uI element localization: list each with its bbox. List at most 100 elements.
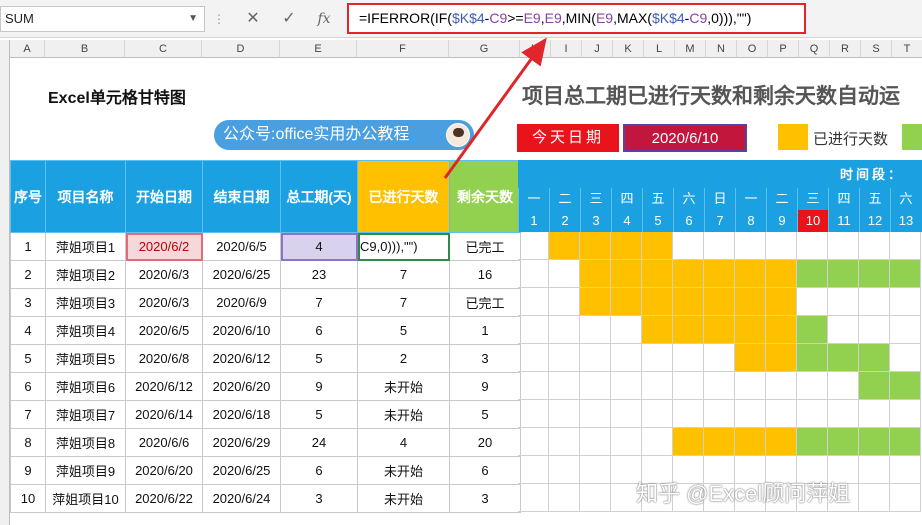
- column-header-g[interactable]: G: [449, 40, 520, 58]
- gantt-remaining-cell[interactable]: [797, 260, 828, 288]
- cell-end[interactable]: 2020/6/12: [202, 344, 281, 373]
- enter-icon[interactable]: ✓: [278, 8, 300, 30]
- gantt-progress-cell[interactable]: [673, 260, 704, 288]
- cell-end[interactable]: 2020/6/25: [202, 456, 281, 485]
- gantt-empty-cell[interactable]: [611, 428, 642, 456]
- cell-done[interactable]: 4: [357, 428, 450, 457]
- cell-total[interactable]: 9: [280, 372, 358, 401]
- cell-no[interactable]: 7: [10, 400, 46, 429]
- cell-remain[interactable]: 6: [449, 456, 521, 485]
- column-header-q[interactable]: Q: [799, 40, 830, 58]
- cell-name[interactable]: 萍姐项目2: [45, 260, 126, 289]
- gantt-empty-cell[interactable]: [766, 372, 797, 400]
- gantt-empty-cell[interactable]: [828, 400, 859, 428]
- gantt-progress-cell[interactable]: [642, 288, 673, 316]
- gantt-empty-cell[interactable]: [549, 484, 580, 512]
- gantt-empty-cell[interactable]: [828, 232, 859, 260]
- cell-no[interactable]: 9: [10, 456, 46, 485]
- gantt-empty-cell[interactable]: [549, 260, 580, 288]
- gantt-empty-cell[interactable]: [549, 344, 580, 372]
- cell-end[interactable]: 2020/6/20: [202, 372, 281, 401]
- cell-no[interactable]: 8: [10, 428, 46, 457]
- gantt-empty-cell[interactable]: [611, 372, 642, 400]
- gantt-empty-cell[interactable]: [580, 456, 611, 484]
- gantt-empty-cell[interactable]: [580, 428, 611, 456]
- cell-remain[interactable]: 3: [449, 484, 521, 513]
- column-header-r[interactable]: R: [830, 40, 861, 58]
- gantt-empty-cell[interactable]: [704, 400, 735, 428]
- cancel-icon[interactable]: ✕: [242, 8, 264, 30]
- gantt-progress-cell[interactable]: [704, 260, 735, 288]
- gantt-remaining-cell[interactable]: [828, 428, 859, 456]
- gantt-empty-cell[interactable]: [549, 316, 580, 344]
- gantt-empty-cell[interactable]: [518, 232, 549, 260]
- name-box[interactable]: SUM ▼: [0, 6, 205, 32]
- gantt-progress-cell[interactable]: [642, 316, 673, 344]
- gantt-empty-cell[interactable]: [580, 400, 611, 428]
- cell-name[interactable]: 萍姐项目6: [45, 372, 126, 401]
- column-header-t[interactable]: T: [892, 40, 922, 58]
- column-header-k[interactable]: K: [613, 40, 644, 58]
- gantt-remaining-cell[interactable]: [890, 260, 921, 288]
- gantt-progress-cell[interactable]: [735, 428, 766, 456]
- gantt-empty-cell[interactable]: [611, 400, 642, 428]
- gantt-empty-cell[interactable]: [828, 372, 859, 400]
- gantt-progress-cell[interactable]: [611, 260, 642, 288]
- gantt-empty-cell[interactable]: [859, 400, 890, 428]
- gantt-empty-cell[interactable]: [890, 344, 921, 372]
- gantt-empty-cell[interactable]: [580, 484, 611, 512]
- cell-total[interactable]: 6: [280, 456, 358, 485]
- gantt-progress-cell[interactable]: [580, 232, 611, 260]
- gantt-progress-cell[interactable]: [642, 260, 673, 288]
- gantt-empty-cell[interactable]: [828, 288, 859, 316]
- cell-end[interactable]: 2020/6/5: [202, 232, 281, 261]
- cell-total[interactable]: 23: [280, 260, 358, 289]
- cell-start[interactable]: 2020/6/5: [125, 316, 203, 345]
- gantt-empty-cell[interactable]: [673, 400, 704, 428]
- cell-done[interactable]: 未开始: [357, 400, 450, 429]
- gantt-empty-cell[interactable]: [518, 456, 549, 484]
- gantt-empty-cell[interactable]: [828, 316, 859, 344]
- gantt-progress-cell[interactable]: [704, 316, 735, 344]
- cell-end[interactable]: 2020/6/10: [202, 316, 281, 345]
- cell-total[interactable]: 3: [280, 484, 358, 513]
- gantt-empty-cell[interactable]: [611, 316, 642, 344]
- gantt-progress-cell[interactable]: [704, 428, 735, 456]
- column-header-m[interactable]: M: [675, 40, 706, 58]
- gantt-empty-cell[interactable]: [549, 400, 580, 428]
- gantt-empty-cell[interactable]: [704, 344, 735, 372]
- cell-remain[interactable]: 3: [449, 344, 521, 373]
- gantt-progress-cell[interactable]: [673, 428, 704, 456]
- gantt-empty-cell[interactable]: [735, 232, 766, 260]
- gantt-empty-cell[interactable]: [518, 260, 549, 288]
- gantt-empty-cell[interactable]: [797, 232, 828, 260]
- cell-done[interactable]: 未开始: [357, 372, 450, 401]
- gantt-progress-cell[interactable]: [766, 288, 797, 316]
- cell-total[interactable]: 24: [280, 428, 358, 457]
- gantt-empty-cell[interactable]: [859, 456, 890, 484]
- gantt-progress-cell[interactable]: [766, 344, 797, 372]
- cell-start[interactable]: 2020/6/3: [125, 260, 203, 289]
- gantt-remaining-cell[interactable]: [859, 372, 890, 400]
- gantt-empty-cell[interactable]: [580, 316, 611, 344]
- cell-remain[interactable]: 20: [449, 428, 521, 457]
- gantt-progress-cell[interactable]: [549, 232, 580, 260]
- cell-total[interactable]: 4: [280, 232, 358, 261]
- insert-function-icon[interactable]: fx: [313, 8, 335, 30]
- cell-end[interactable]: 2020/6/24: [202, 484, 281, 513]
- cell-start[interactable]: 2020/6/8: [125, 344, 203, 373]
- gantt-empty-cell[interactable]: [766, 400, 797, 428]
- cell-total[interactable]: 5: [280, 400, 358, 429]
- gantt-empty-cell[interactable]: [859, 288, 890, 316]
- gantt-remaining-cell[interactable]: [890, 428, 921, 456]
- cell-remain[interactable]: 已完工: [449, 232, 521, 261]
- cell-done[interactable]: 2: [357, 344, 450, 373]
- gantt-empty-cell[interactable]: [797, 288, 828, 316]
- gantt-remaining-cell[interactable]: [797, 428, 828, 456]
- gantt-empty-cell[interactable]: [766, 232, 797, 260]
- cell-done[interactable]: 5: [357, 316, 450, 345]
- column-header-b[interactable]: B: [45, 40, 125, 58]
- column-header-e[interactable]: E: [280, 40, 357, 58]
- gantt-progress-cell[interactable]: [673, 288, 704, 316]
- cell-start[interactable]: 2020/6/2: [125, 232, 203, 261]
